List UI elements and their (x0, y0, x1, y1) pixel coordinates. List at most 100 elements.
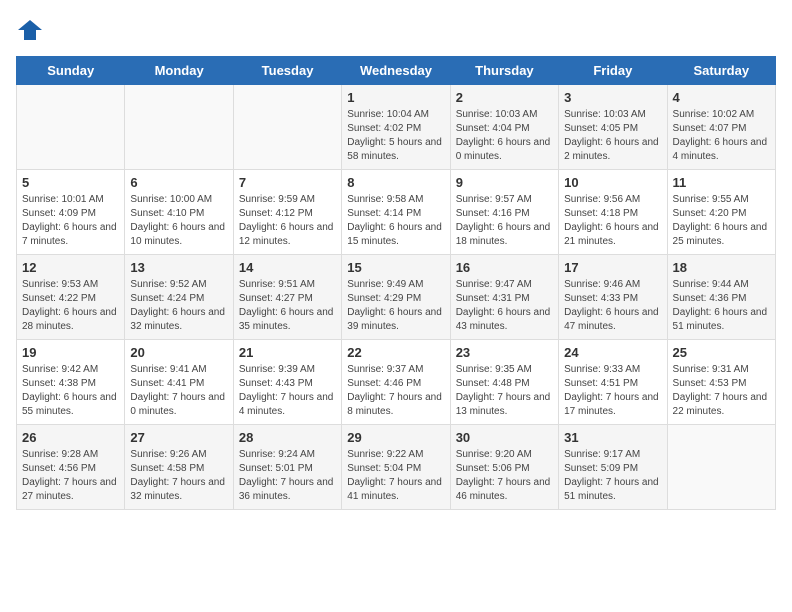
calendar-cell: 15Sunrise: 9:49 AM Sunset: 4:29 PM Dayli… (342, 255, 450, 340)
day-number: 28 (239, 430, 336, 445)
day-number: 27 (130, 430, 227, 445)
page-header (16, 16, 776, 44)
day-info: Sunrise: 9:17 AM Sunset: 5:09 PM Dayligh… (564, 448, 661, 504)
day-number: 17 (564, 260, 661, 275)
day-number: 14 (239, 260, 336, 275)
day-info: Sunrise: 9:55 AM Sunset: 4:20 PM Dayligh… (673, 193, 770, 249)
calendar-cell: 28 Sunrise: 9:24 AM Sunset: 5:01 PM Dayli… (233, 425, 341, 510)
day-info: Sunrise: 9:35 AM Sunset: 4:48 PM Dayligh… (456, 363, 553, 419)
calendar-cell: 24Sunrise: 9:33 AM Sunset: 4:51 PM Dayli… (559, 340, 667, 425)
day-info: Sunrise: 9:57 AM Sunset: 4:16 PM Dayligh… (456, 193, 553, 249)
day-info: Sunrise: 10:01 AM Sunset: 4:09 PM Daylig… (22, 193, 119, 249)
day-info: Sunrise: 9:59 AM Sunset: 4:12 PM Dayligh… (239, 193, 336, 249)
calendar-cell: 2 Sunrise: 10:03 AM Sunset: 4:04 PM Dayli… (450, 85, 558, 170)
day-number: 21 (239, 345, 336, 360)
day-info: Sunrise: 9:39 AM Sunset: 4:43 PM Dayligh… (239, 363, 336, 419)
calendar-cell: 6 Sunrise: 10:00 AM Sunset: 4:10 PM Dayli… (125, 170, 233, 255)
calendar-table: SundayMondayTuesdayWednesdayThursdayFrid… (16, 56, 776, 510)
calendar-cell: 5Sunrise: 10:01 AM Sunset: 4:09 PM Dayli… (17, 170, 125, 255)
day-info: Sunrise: 10:03 AM Sunset: 4:04 PM Daylig… (456, 108, 553, 164)
calendar-cell: 31 Sunrise: 9:17 AM Sunset: 5:09 PM Dayli… (559, 425, 667, 510)
day-info: Sunrise: 10:02 AM Sunset: 4:07 PM Daylig… (673, 108, 770, 164)
calendar-cell: 4 Sunrise: 10:02 AM Sunset: 4:07 PM Dayli… (667, 85, 775, 170)
day-info: Sunrise: 9:46 AM Sunset: 4:33 PM Dayligh… (564, 278, 661, 334)
weekday-header-saturday: Saturday (667, 57, 775, 85)
logo-icon (16, 16, 44, 44)
day-info: Sunrise: 10:00 AM Sunset: 4:10 PM Daylig… (130, 193, 227, 249)
weekday-header-sunday: Sunday (17, 57, 125, 85)
day-info: Sunrise: 9:41 AM Sunset: 4:41 PM Dayligh… (130, 363, 227, 419)
calendar-cell: 8 Sunrise: 9:58 AM Sunset: 4:14 PM Daylig… (342, 170, 450, 255)
calendar-cell: 30 Sunrise: 9:20 AM Sunset: 5:06 PM Dayli… (450, 425, 558, 510)
day-number: 30 (456, 430, 553, 445)
weekday-header-wednesday: Wednesday (342, 57, 450, 85)
calendar-cell (125, 85, 233, 170)
calendar-cell: 12Sunrise: 9:53 AM Sunset: 4:22 PM Dayli… (17, 255, 125, 340)
weekday-header-tuesday: Tuesday (233, 57, 341, 85)
day-number: 10 (564, 175, 661, 190)
calendar-cell: 23 Sunrise: 9:35 AM Sunset: 4:48 PM Dayli… (450, 340, 558, 425)
day-info: Sunrise: 9:28 AM Sunset: 4:56 PM Dayligh… (22, 448, 119, 504)
calendar-cell: 11 Sunrise: 9:55 AM Sunset: 4:20 PM Dayli… (667, 170, 775, 255)
day-info: Sunrise: 9:49 AM Sunset: 4:29 PM Dayligh… (347, 278, 444, 334)
day-number: 18 (673, 260, 770, 275)
calendar-cell: 14 Sunrise: 9:51 AM Sunset: 4:27 PM Dayli… (233, 255, 341, 340)
day-number: 16 (456, 260, 553, 275)
calendar-cell: 17 Sunrise: 9:46 AM Sunset: 4:33 PM Dayli… (559, 255, 667, 340)
day-number: 23 (456, 345, 553, 360)
weekday-header-row: SundayMondayTuesdayWednesdayThursdayFrid… (17, 57, 776, 85)
calendar-cell: 25 Sunrise: 9:31 AM Sunset: 4:53 PM Dayli… (667, 340, 775, 425)
day-number: 20 (130, 345, 227, 360)
calendar-cell: 20 Sunrise: 9:41 AM Sunset: 4:41 PM Dayli… (125, 340, 233, 425)
calendar-cell: 13Sunrise: 9:52 AM Sunset: 4:24 PM Dayli… (125, 255, 233, 340)
calendar-cell: 26Sunrise: 9:28 AM Sunset: 4:56 PM Dayli… (17, 425, 125, 510)
calendar-cell: 27 Sunrise: 9:26 AM Sunset: 4:58 PM Dayli… (125, 425, 233, 510)
day-info: Sunrise: 9:58 AM Sunset: 4:14 PM Dayligh… (347, 193, 444, 249)
day-number: 11 (673, 175, 770, 190)
day-info: Sunrise: 9:47 AM Sunset: 4:31 PM Dayligh… (456, 278, 553, 334)
day-number: 25 (673, 345, 770, 360)
day-number: 19 (22, 345, 119, 360)
calendar-cell: 10 Sunrise: 9:56 AM Sunset: 4:18 PM Dayli… (559, 170, 667, 255)
logo (16, 16, 46, 44)
calendar-cell: 29 Sunrise: 9:22 AM Sunset: 5:04 PM Dayli… (342, 425, 450, 510)
day-number: 2 (456, 90, 553, 105)
day-info: Sunrise: 9:26 AM Sunset: 4:58 PM Dayligh… (130, 448, 227, 504)
calendar-week-row: 1Sunrise: 10:04 AM Sunset: 4:02 PM Dayli… (17, 85, 776, 170)
calendar-cell: 18 Sunrise: 9:44 AM Sunset: 4:36 PM Dayli… (667, 255, 775, 340)
day-number: 6 (130, 175, 227, 190)
day-info: Sunrise: 9:24 AM Sunset: 5:01 PM Dayligh… (239, 448, 336, 504)
calendar-cell (233, 85, 341, 170)
day-number: 29 (347, 430, 444, 445)
weekday-header-monday: Monday (125, 57, 233, 85)
day-info: Sunrise: 9:31 AM Sunset: 4:53 PM Dayligh… (673, 363, 770, 419)
day-info: Sunrise: 9:53 AM Sunset: 4:22 PM Dayligh… (22, 278, 119, 334)
calendar-week-row: 5Sunrise: 10:01 AM Sunset: 4:09 PM Dayli… (17, 170, 776, 255)
day-info: Sunrise: 10:04 AM Sunset: 4:02 PM Daylig… (347, 108, 444, 164)
day-number: 9 (456, 175, 553, 190)
day-info: Sunrise: 9:44 AM Sunset: 4:36 PM Dayligh… (673, 278, 770, 334)
day-number: 8 (347, 175, 444, 190)
day-info: Sunrise: 9:20 AM Sunset: 5:06 PM Dayligh… (456, 448, 553, 504)
calendar-cell: 7 Sunrise: 9:59 AM Sunset: 4:12 PM Daylig… (233, 170, 341, 255)
day-number: 7 (239, 175, 336, 190)
day-number: 4 (673, 90, 770, 105)
day-number: 24 (564, 345, 661, 360)
day-info: Sunrise: 9:51 AM Sunset: 4:27 PM Dayligh… (239, 278, 336, 334)
calendar-week-row: 19 Sunrise: 9:42 AM Sunset: 4:38 PM Dayli… (17, 340, 776, 425)
calendar-cell: 3 Sunrise: 10:03 AM Sunset: 4:05 PM Dayli… (559, 85, 667, 170)
day-info: Sunrise: 9:56 AM Sunset: 4:18 PM Dayligh… (564, 193, 661, 249)
calendar-cell: 16 Sunrise: 9:47 AM Sunset: 4:31 PM Dayli… (450, 255, 558, 340)
day-number: 31 (564, 430, 661, 445)
day-info: Sunrise: 9:37 AM Sunset: 4:46 PM Dayligh… (347, 363, 444, 419)
day-info: Sunrise: 9:22 AM Sunset: 5:04 PM Dayligh… (347, 448, 444, 504)
calendar-cell (667, 425, 775, 510)
calendar-cell: 9 Sunrise: 9:57 AM Sunset: 4:16 PM Daylig… (450, 170, 558, 255)
day-info: Sunrise: 9:52 AM Sunset: 4:24 PM Dayligh… (130, 278, 227, 334)
calendar-cell: 22 Sunrise: 9:37 AM Sunset: 4:46 PM Dayli… (342, 340, 450, 425)
day-info: Sunrise: 9:42 AM Sunset: 4:38 PM Dayligh… (22, 363, 119, 419)
calendar-cell: 21 Sunrise: 9:39 AM Sunset: 4:43 PM Dayli… (233, 340, 341, 425)
day-info: Sunrise: 10:03 AM Sunset: 4:05 PM Daylig… (564, 108, 661, 164)
day-number: 3 (564, 90, 661, 105)
day-number: 22 (347, 345, 444, 360)
